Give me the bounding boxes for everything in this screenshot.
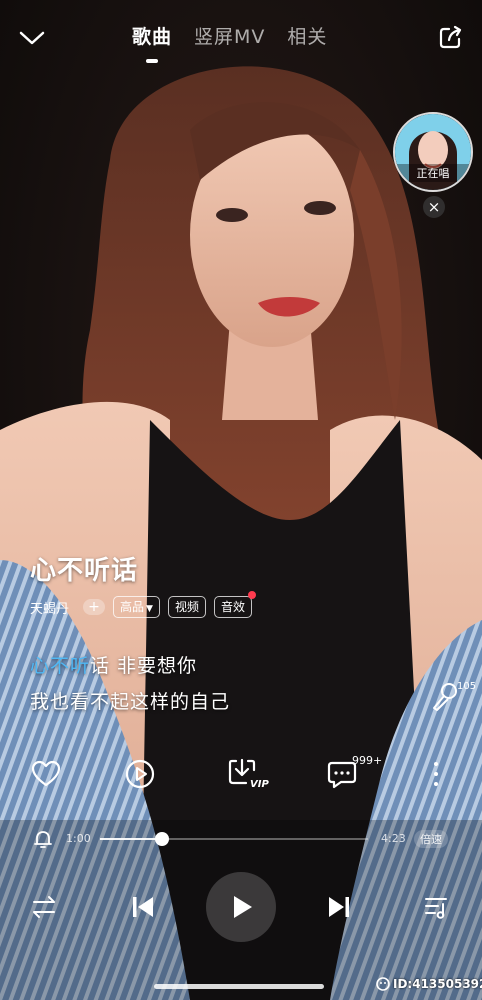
play-icon: [234, 896, 252, 918]
share-icon[interactable]: [436, 24, 464, 52]
lyric-rest: 话 非要想你: [90, 655, 198, 677]
home-indicator[interactable]: [154, 984, 324, 989]
speed-button[interactable]: 倍速: [414, 830, 448, 848]
chevron-down-icon[interactable]: [16, 22, 48, 54]
song-meta-row: 天蝎丹 + 高品 ▼ 视频 音效: [30, 591, 256, 618]
tab-song[interactable]: 歌曲: [132, 22, 173, 63]
watermark-icon: [376, 977, 390, 991]
download-vip-icon[interactable]: VIP: [226, 756, 270, 792]
tab-vertical-mv-label: 竖屏MV: [194, 26, 266, 48]
more-icon[interactable]: [424, 756, 448, 792]
progress-track[interactable]: [100, 832, 368, 846]
svg-text:VIP: VIP: [250, 779, 269, 790]
progress-fill: [100, 838, 162, 840]
tab-song-label: 歌曲: [132, 26, 173, 48]
play-button[interactable]: [206, 872, 276, 942]
mic-icon[interactable]: [430, 680, 460, 712]
notification-dot: [247, 591, 256, 599]
mic-count: 105: [457, 681, 477, 692]
now-singing-avatar[interactable]: 正在唱: [393, 112, 473, 192]
action-row: VIP 999+: [0, 754, 482, 796]
video-play-icon[interactable]: [122, 756, 158, 792]
next-icon[interactable]: [324, 892, 354, 926]
quality-selector[interactable]: 高品 ▼: [113, 596, 160, 618]
watermark-text: ID:413505392: [393, 977, 482, 991]
tab-related-label: 相关: [287, 26, 328, 48]
heart-icon[interactable]: [28, 756, 64, 792]
video-label: 视频: [174, 600, 199, 614]
artist-name[interactable]: 天蝎丹: [30, 598, 69, 617]
song-title: 心不听话: [30, 556, 139, 586]
total-time: 4:23: [381, 832, 406, 845]
progress-thumb[interactable]: [154, 832, 169, 846]
sound-effect-label: 音效: [220, 600, 245, 614]
playlist-icon[interactable]: [422, 892, 452, 926]
tab-related[interactable]: 相关: [287, 22, 327, 49]
close-icon[interactable]: ×: [423, 196, 445, 218]
progress-row: 1:00 4:23 倍速: [0, 826, 482, 852]
now-singing-label: 正在唱: [395, 164, 471, 182]
playback-controls: [0, 872, 482, 942]
shuffle-icon[interactable]: [30, 892, 60, 926]
bell-icon[interactable]: [32, 828, 54, 850]
tab-indicator: [146, 59, 158, 63]
tab-bar: 歌曲 竖屏MV 相关: [132, 22, 327, 63]
caret-down-icon: ▼: [146, 604, 153, 614]
current-lyric-line[interactable]: 心不听话 非要想你: [30, 651, 197, 678]
top-bar: 歌曲 竖屏MV 相关: [0, 0, 482, 64]
tab-vertical-mv[interactable]: 竖屏MV: [194, 22, 265, 49]
follow-artist-button[interactable]: +: [83, 599, 106, 615]
current-time: 1:00: [66, 832, 91, 845]
next-lyric-line[interactable]: 我也看不起这样的自己: [30, 687, 230, 714]
comment-count: 999+: [352, 754, 383, 767]
watermark: ID:413505392: [376, 977, 482, 991]
sound-effect-button[interactable]: 音效: [213, 591, 256, 618]
prev-icon[interactable]: [128, 892, 158, 926]
quality-label: 高品: [120, 600, 145, 614]
lyric-highlight: 心不听: [30, 655, 91, 677]
video-button[interactable]: 视频: [167, 596, 206, 618]
